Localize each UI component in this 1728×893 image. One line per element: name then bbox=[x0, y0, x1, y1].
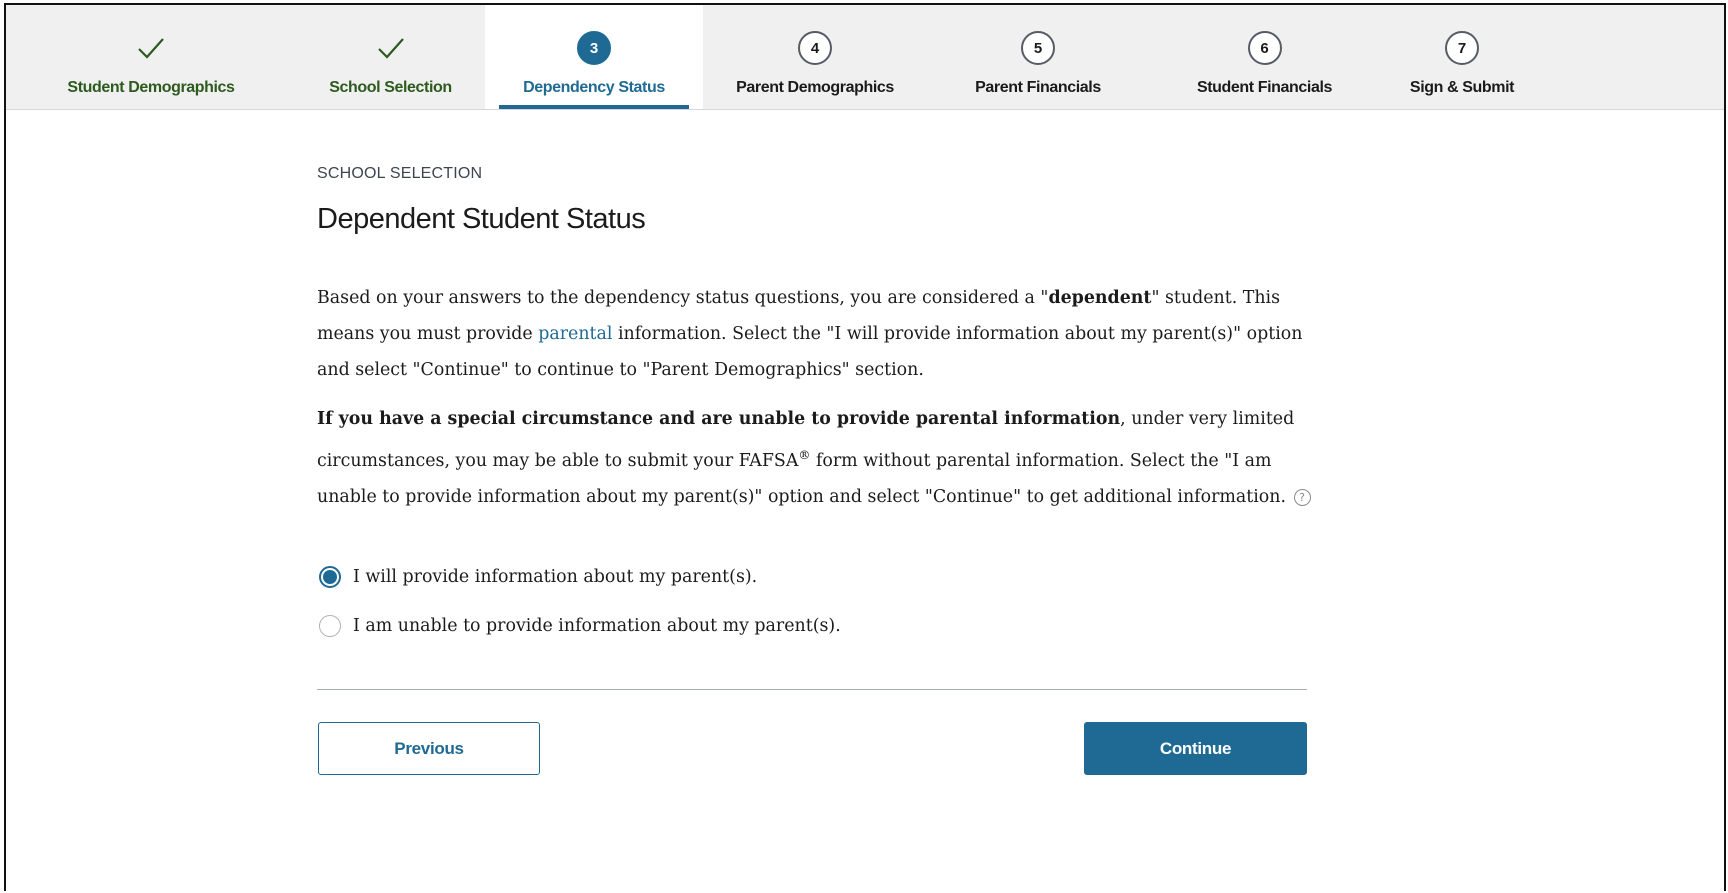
step-label: Student Financials bbox=[1196, 79, 1333, 96]
step-student-demographics[interactable]: Student Demographics bbox=[6, 5, 296, 109]
page-title: Dependent Student Status bbox=[317, 203, 646, 235]
special-circumstance-heading: If you have a special circumstance and a… bbox=[317, 409, 1121, 429]
step-number-badge: 7 bbox=[1445, 31, 1479, 65]
progress-stepper: Student Demographics School Selection 3 … bbox=[6, 5, 1724, 110]
step-number-badge: 6 bbox=[1247, 31, 1282, 65]
step-label: Sign & Submit bbox=[1409, 79, 1515, 96]
help-icon[interactable]: ? bbox=[1293, 489, 1311, 507]
step-label: Parent Financials bbox=[975, 79, 1101, 96]
radio-unselected-icon[interactable] bbox=[319, 615, 341, 637]
text-segment: Based on your answers to the dependency … bbox=[317, 288, 1049, 308]
step-sign-submit[interactable]: 7 Sign & Submit bbox=[1380, 5, 1544, 109]
step-label: Parent Demographics bbox=[736, 79, 894, 96]
radio-label: I will provide information about my pare… bbox=[353, 567, 758, 587]
parental-link[interactable]: parental bbox=[538, 324, 612, 344]
radio-selected-icon[interactable] bbox=[319, 566, 341, 588]
dependency-explanation: Based on your answers to the dependency … bbox=[317, 280, 1317, 388]
registered-mark: ® bbox=[798, 448, 811, 462]
radio-option-unable-info[interactable]: I am unable to provide information about… bbox=[319, 615, 841, 637]
step-school-selection[interactable]: School Selection bbox=[296, 5, 485, 109]
special-circumstance-explanation: If you have a special circumstance and a… bbox=[317, 401, 1317, 515]
emphasis-dependent: dependent bbox=[1048, 288, 1152, 308]
step-number-badge: 5 bbox=[1021, 31, 1055, 65]
check-icon bbox=[134, 31, 168, 65]
step-label: Student Demographics bbox=[67, 79, 235, 96]
step-parent-financials[interactable]: 5 Parent Financials bbox=[927, 5, 1149, 109]
check-icon bbox=[374, 31, 408, 65]
step-dependency-status[interactable]: 3 Dependency Status bbox=[485, 5, 703, 109]
divider bbox=[317, 689, 1307, 690]
step-student-financials[interactable]: 6 Student Financials bbox=[1149, 5, 1380, 109]
radio-option-provide-info[interactable]: I will provide information about my pare… bbox=[319, 566, 757, 588]
step-parent-demographics[interactable]: 4 Parent Demographics bbox=[703, 5, 927, 109]
radio-label: I am unable to provide information about… bbox=[353, 616, 841, 636]
step-number-badge: 4 bbox=[798, 31, 832, 65]
previous-button[interactable]: Previous bbox=[318, 722, 540, 775]
step-number-badge: 3 bbox=[577, 31, 611, 65]
continue-button[interactable]: Continue bbox=[1084, 722, 1307, 775]
step-label: School Selection bbox=[329, 79, 452, 96]
step-label: Dependency Status bbox=[523, 79, 665, 96]
section-eyebrow: SCHOOL SELECTION bbox=[317, 165, 483, 182]
